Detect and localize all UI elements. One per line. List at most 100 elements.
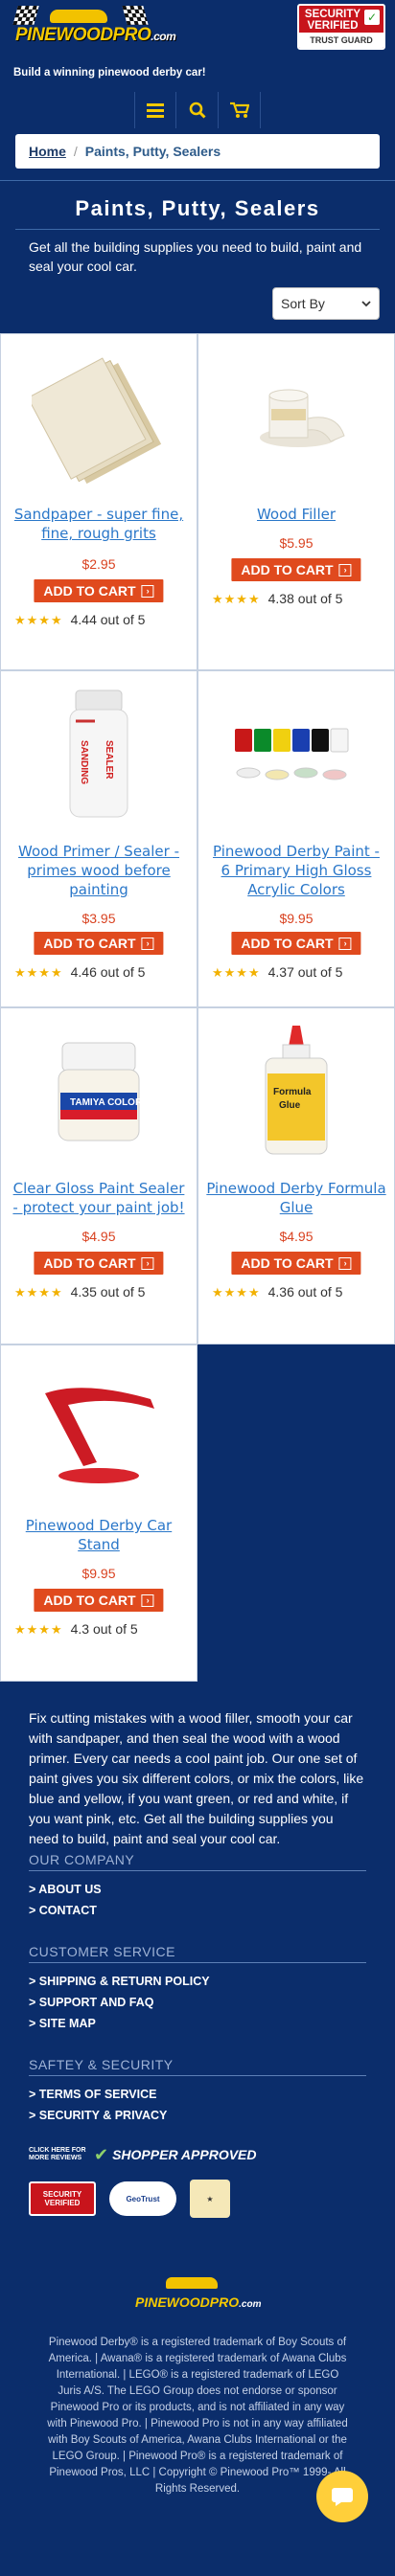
- add-to-cart-label: ADD TO CART: [43, 583, 136, 599]
- site-header: PINEWOODPRO.com Build a winning pinewood…: [0, 0, 395, 86]
- product-title-link[interactable]: Wood Primer / Sealer - primes wood befor…: [9, 842, 189, 899]
- icon-bar: [0, 86, 395, 134]
- authentic-seal-icon[interactable]: ★: [190, 2180, 230, 2218]
- footer-link-about[interactable]: > ABOUT US: [29, 1879, 366, 1900]
- footer-link-shipping[interactable]: > SHIPPING & RETURN POLICY: [29, 1971, 366, 1992]
- arrow-right-icon: ›: [338, 1256, 352, 1270]
- arrow-right-icon: ›: [141, 584, 154, 598]
- add-to-cart-button[interactable]: ADD TO CART ›: [34, 1252, 164, 1275]
- sort-label: Sort By: [281, 296, 325, 311]
- rating-text: 4.38 out of 5: [267, 591, 343, 606]
- breadcrumb-home-link[interactable]: Home: [29, 144, 66, 159]
- security-verified-badge[interactable]: SECURITY VERIFIED: [29, 2181, 96, 2216]
- arrow-right-icon: ›: [141, 937, 154, 950]
- footer-logo[interactable]: PINEWOODPRO.com: [135, 2273, 262, 2327]
- cart-button[interactable]: [219, 92, 261, 128]
- glue-bottle-image[interactable]: Formula Glue: [229, 1024, 363, 1158]
- product-rating: ★★★★ 4.3 out of 5: [14, 1621, 189, 1638]
- clear-gloss-jar-image[interactable]: TAMIYA COLOR: [32, 1024, 166, 1158]
- product-rating: ★★★★ 4.37 out of 5: [212, 964, 386, 981]
- badge-text: SECURITY VERIFIED: [42, 2190, 82, 2207]
- add-to-cart-button[interactable]: ADD TO CART ›: [231, 1252, 361, 1275]
- reviews-banner[interactable]: CLICK HERE FOR MORE REVIEWS ✔ SHOPPER APP…: [0, 2135, 395, 2174]
- svg-text:Formula: Formula: [273, 1087, 312, 1097]
- tagline: Build a winning pinewood derby car!: [13, 67, 206, 79]
- rating-text: 4.46 out of 5: [70, 964, 146, 980]
- badge-text: GeoTrust: [126, 2194, 160, 2203]
- trust-badges: SECURITY VERIFIED GeoTrust ★: [0, 2174, 395, 2224]
- product-price: $4.95: [81, 1229, 116, 1244]
- chat-button[interactable]: [316, 2471, 368, 2522]
- add-to-cart-button[interactable]: ADD TO CART ›: [34, 579, 164, 602]
- car-stand-image[interactable]: [32, 1361, 166, 1495]
- geotrust-badge[interactable]: GeoTrust: [109, 2181, 176, 2216]
- product-card[interactable]: Sandpaper - super fine, fine, rough grit…: [0, 333, 198, 670]
- add-to-cart-label: ADD TO CART: [241, 936, 334, 951]
- footer-logo-text: PINEWOODPRO.com: [135, 2294, 262, 2310]
- product-title-link[interactable]: Pinewood Derby Car Stand: [9, 1516, 189, 1554]
- add-to-cart-label: ADD TO CART: [241, 1255, 334, 1271]
- check-icon: ✓: [364, 10, 380, 25]
- sandpaper-image[interactable]: [32, 350, 166, 484]
- product-card[interactable]: Wood Filler $5.95 ADD TO CART › ★★★★ 4.38 …: [198, 333, 395, 670]
- product-title-link[interactable]: Pinewood Derby Formula Glue: [206, 1179, 386, 1217]
- add-to-cart-button[interactable]: ADD TO CART ›: [231, 932, 361, 955]
- paint-set-image[interactable]: [224, 687, 368, 821]
- product-card[interactable]: TAMIYA COLOR Clear Gloss Paint Sealer - …: [0, 1007, 198, 1344]
- empty-cell: [198, 1344, 395, 1682]
- footer-heading: CUSTOMER SERVICE: [29, 1944, 366, 1963]
- rating-text: 4.35 out of 5: [70, 1284, 146, 1299]
- checkmark-icon: ✔: [94, 2144, 109, 2164]
- star-rating-icon: ★★★★: [212, 1285, 261, 1299]
- search-button[interactable]: [176, 92, 219, 128]
- site-logo[interactable]: PINEWOODPRO.com: [12, 6, 176, 59]
- product-card[interactable]: Pinewood Derby Paint - 6 Primary High Gl…: [198, 670, 395, 1007]
- product-price: $9.95: [279, 911, 314, 926]
- menu-icon: [147, 103, 164, 118]
- chevron-down-icon: [361, 300, 371, 306]
- rating-text: 4.3 out of 5: [70, 1621, 138, 1637]
- product-rating: ★★★★ 4.38 out of 5: [212, 591, 386, 607]
- add-to-cart-label: ADD TO CART: [43, 1255, 136, 1271]
- product-card[interactable]: Pinewood Derby Car Stand $9.95 ADD TO CA…: [0, 1344, 198, 1682]
- breadcrumb-separator: /: [73, 144, 78, 159]
- footer-heading: SAFTEY & SECURITY: [29, 2057, 366, 2076]
- primer-bottle-image[interactable]: SANDING SEALER: [32, 687, 166, 821]
- product-title-link[interactable]: Pinewood Derby Paint - 6 Primary High Gl…: [206, 842, 386, 899]
- menu-button[interactable]: [134, 92, 176, 128]
- category-description: Fix cutting mistakes with a wood filler,…: [29, 1710, 364, 1846]
- rating-text: 4.36 out of 5: [267, 1284, 343, 1299]
- add-to-cart-button[interactable]: ADD TO CART ›: [34, 932, 164, 955]
- footer-link-support[interactable]: > SUPPORT AND FAQ: [29, 1992, 366, 2013]
- reviews-label: CLICK HERE FOR MORE REVIEWS: [29, 2147, 86, 2161]
- product-price: $5.95: [279, 535, 314, 551]
- arrow-right-icon: ›: [141, 1593, 154, 1607]
- product-title-link[interactable]: Clear Gloss Paint Sealer - protect your …: [9, 1179, 189, 1217]
- svg-text:SEALER: SEALER: [104, 740, 114, 780]
- footer-company: OUR COMPANY > ABOUT US > CONTACT: [0, 1852, 395, 1921]
- product-title-link[interactable]: Wood Filler: [206, 505, 386, 524]
- product-card[interactable]: Formula Glue Pinewood Derby Formula Glue…: [198, 1007, 395, 1344]
- add-to-cart-button[interactable]: ADD TO CART ›: [231, 558, 361, 581]
- svg-text:Glue: Glue: [279, 1100, 301, 1111]
- svg-text:SANDING: SANDING: [79, 740, 89, 784]
- star-rating-icon: ★★★★: [212, 965, 261, 980]
- product-card[interactable]: SANDING SEALER Wood Primer / Sealer - pr…: [0, 670, 198, 1007]
- footer-link-sitemap[interactable]: > SITE MAP: [29, 2013, 366, 2034]
- star-rating-icon: ★★★★: [14, 1622, 63, 1637]
- add-to-cart-button[interactable]: ADD TO CART ›: [34, 1589, 164, 1612]
- checkered-flag-icon: [122, 6, 149, 25]
- svg-text:TAMIYA COLOR: TAMIYA COLOR: [70, 1097, 143, 1108]
- wood-filler-image[interactable]: [229, 350, 363, 484]
- footer-link-privacy[interactable]: > SECURITY & PRIVACY: [29, 2105, 366, 2126]
- sort-select[interactable]: Sort By: [272, 287, 380, 320]
- footer-link-terms[interactable]: > TERMS OF SERVICE: [29, 2084, 366, 2105]
- shopper-approved-text: SHOPPER APPROVED: [112, 2147, 257, 2162]
- product-price: $4.95: [279, 1229, 314, 1244]
- product-grid: Sandpaper - super fine, fine, rough grit…: [0, 333, 395, 1682]
- product-title-link[interactable]: Sandpaper - super fine, fine, rough grit…: [9, 505, 189, 543]
- footer-link-contact[interactable]: > CONTACT: [29, 1900, 366, 1921]
- badge-subtitle: TRUST GUARD: [299, 33, 383, 48]
- product-price: $2.95: [81, 556, 116, 572]
- security-badge[interactable]: SECURITY VERIFIED ✓ TRUST GUARD: [297, 4, 385, 50]
